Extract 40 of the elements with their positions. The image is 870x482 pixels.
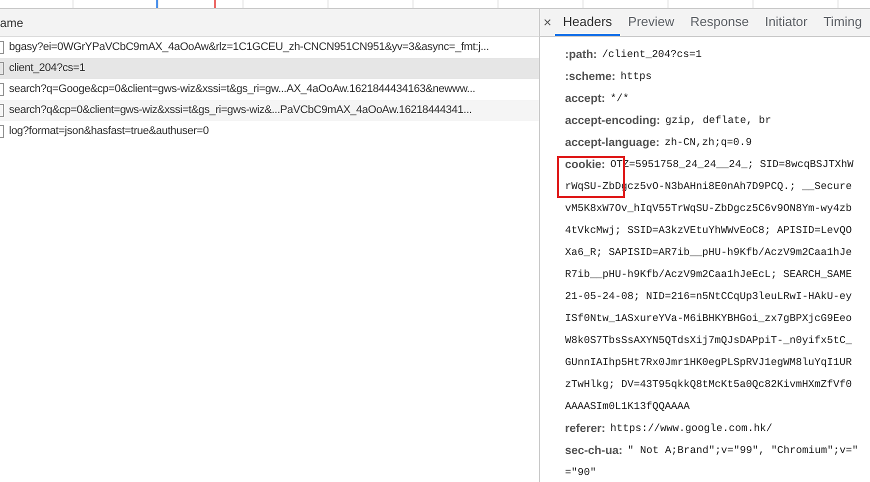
header-value: R7ib__pHU-h9Kfb/AczV9m2Caa1hJeEcL; SEARCH_SAME [565, 268, 852, 284]
header-name: :path: [565, 48, 597, 64]
tab[interactable]: Initiator [756, 9, 816, 36]
file-icon [0, 125, 4, 138]
header-name: accept: [565, 92, 606, 108]
header-name: accept-language: [565, 136, 660, 152]
request-row[interactable]: client_204?cs=1 [0, 58, 539, 79]
header-value: https [620, 70, 652, 86]
header-name: cookie: [565, 158, 606, 174]
tab[interactable]: Response [682, 9, 757, 36]
header-value: zTwHlkg; DV=43T95qkkQ8tMcKt5a0Qc82KivmHXmZfVf0 [565, 378, 852, 394]
header-value: GUnnIAIhp5Ht7Rx0Jmr1HK0egPLSpRVJ1egWM8luYqI1UR [565, 356, 852, 372]
header-value: zh-CN,zh;q=0.9 [664, 136, 752, 152]
header-name: :scheme: [565, 70, 616, 86]
file-icon [0, 104, 4, 117]
header-value: vM5K8xW7Ov_hIqV55TrWqSU-ZbDgcz5C6v9ON8Ym-wy4zb [565, 202, 852, 218]
header-value: */* [610, 92, 629, 108]
file-icon [0, 62, 4, 75]
header-value: https://www.google.com.hk/ [610, 422, 772, 438]
header-value: ISf0Ntw_1ASxureYVa-M6iBHKYBHGoi_zx7gBPXjcG9Eeo [565, 312, 852, 328]
file-icon [0, 41, 4, 54]
header-value: 4tVkcMwj; SSID=A3kzVEtuYhWWvEoC8; APISID=LevQO [565, 224, 852, 240]
column-header[interactable]: ame [0, 9, 539, 37]
header-value: Xa6_R; SAPISID=AR7ib__pHU-h9Kfb/AczV9m2Caa1hJe [565, 246, 852, 262]
file-icon [0, 83, 4, 96]
tab[interactable]: Headers [554, 9, 620, 36]
header-value: /client_204?cs=1 [602, 48, 702, 64]
tab[interactable]: Preview [620, 9, 682, 36]
header-value: 21-05-24-08; NID=216=n5NtCCqUp3leuLRwI-HAkU-ey [565, 290, 852, 306]
header-name: sec-ch-ua: [565, 444, 623, 460]
header-value: ="90" [565, 466, 596, 482]
close-button[interactable]: × [540, 9, 555, 36]
header-value: W8k0S7TbsSsAXYN5QTdsXij7mQJsDAPpiT-_n0yifx5tC_ [565, 334, 852, 350]
header-name: referer: [565, 422, 606, 438]
tab[interactable]: Timing [815, 9, 870, 36]
header-name: accept-encoding: [565, 114, 660, 130]
header-value: gzip, deflate, br [665, 114, 772, 130]
header-value: AAAASIm0L1K13fQQAAAA [565, 400, 690, 416]
header-value: " Not A;Brand";v="99", "Chromium";v=" [628, 444, 858, 460]
request-row[interactable]: search?q&cp=0&client=gws-wiz&xssi=t&gs_ri=gws-wiz&...PaVCbC9mAX_4aOoAw.16218444341... [0, 100, 539, 121]
